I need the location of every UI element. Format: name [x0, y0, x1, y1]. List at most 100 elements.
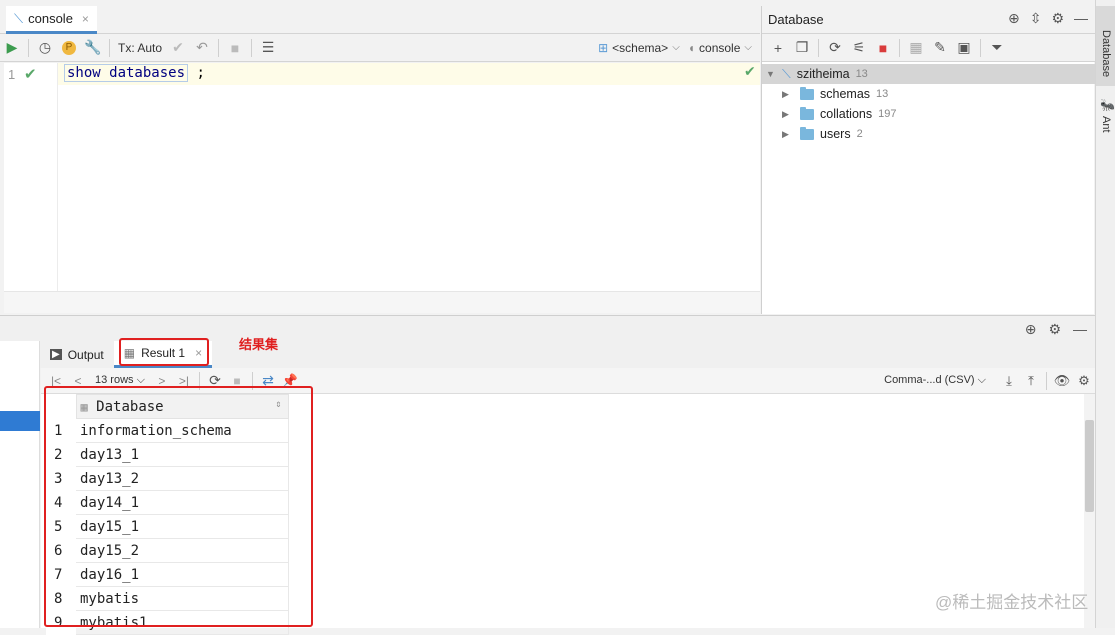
console-tab-icon: ⟍ [14, 10, 24, 26]
toolbar-divider [218, 38, 220, 57]
refresh-icon[interactable]: ⟳ [823, 36, 847, 60]
chevron-right-icon: ▶ [782, 128, 789, 139]
crosshair-icon[interactable]: ⊕ [1008, 10, 1020, 27]
line-number: 1 [8, 67, 16, 82]
tree-item-count: 197 [878, 108, 897, 120]
editor-tab-bar: ⟍ console × [0, 6, 760, 34]
tree-item-schemas[interactable]: ▶ schemas 13 [762, 84, 1095, 104]
schema-selector[interactable]: ⊞ <schema> ⌵ [598, 41, 680, 55]
database-panel-title: Database [768, 12, 824, 27]
tree-item-users[interactable]: ▶ users 2 [762, 124, 1095, 144]
database-toolbar: + ❐ ⟳ ⚟ ■ ▦ ✎ ▣ ⏷ [762, 34, 1095, 62]
chevron-right-icon: ▶ [782, 108, 789, 119]
database-tool-label[interactable]: Database [1100, 30, 1112, 77]
schema-icon: ⊞ [598, 40, 609, 55]
tree-item-szitheima[interactable]: ▼ ⟍ szitheima 13 [762, 64, 1095, 84]
datasource-icon: ⟍ [782, 66, 791, 81]
toolbar-divider [899, 38, 900, 57]
editor-toolbar: ▶ ◷ P 🔧 Tx: Auto ✔ ↶ ■ ☰ ⊞ <schema> ⌵ ◖ … [0, 34, 760, 62]
folder-icon [800, 126, 814, 140]
edit-icon[interactable]: ✎ [928, 36, 952, 60]
minimize-icon[interactable]: — [1073, 321, 1087, 338]
gear-icon[interactable]: ⚙ [1048, 321, 1061, 338]
tree-item-label: schemas [820, 87, 871, 101]
tab-console-label: console [28, 11, 73, 26]
database-panel-header-actions: ⊕ ⇳ ⚙ — [1008, 10, 1088, 27]
database-panel: Database ⊕ ⇳ ⚙ — + ❐ ⟳ ⚟ ■ ▦ ✎ ▣ ⏷ ▼ ⟍ s… [761, 6, 1095, 314]
executed-check-icon: ✔ [24, 66, 37, 83]
chevron-down-icon: ⌵ [744, 42, 752, 53]
services-tree-selected-item[interactable] [0, 411, 40, 431]
tab-console[interactable]: ⟍ console × [6, 6, 97, 34]
stop-icon[interactable]: ■ [871, 36, 895, 60]
sql-editor[interactable]: 1 ✔ show databases ; ✔ [4, 63, 760, 313]
explain-plan-icon[interactable]: P [57, 36, 81, 60]
history-icon[interactable]: ◷ [33, 36, 57, 60]
toolbar-divider [28, 38, 29, 57]
toolbar-divider [1046, 371, 1047, 390]
sql-keyword: show databases [64, 64, 189, 82]
tab-output[interactable]: ▶ Output [40, 341, 114, 368]
crosshair-icon[interactable]: ⊕ [1025, 321, 1037, 338]
editor-gutter: 1 ✔ [4, 63, 58, 291]
collapse-all-icon[interactable]: ⇳ [1030, 10, 1042, 27]
result-tab-highlight [119, 338, 209, 366]
console-selector[interactable]: ◖ console ⌵ [688, 41, 752, 55]
annotation-label: 结果集 [239, 337, 279, 352]
properties-icon[interactable]: ⚟ [847, 36, 871, 60]
gear-icon[interactable]: ⚙ [1051, 10, 1064, 27]
ant-tool-label[interactable]: Ant [1100, 116, 1112, 133]
editor-horizontal-scrollbar[interactable] [4, 291, 760, 313]
toolbar-divider [251, 38, 253, 57]
services-header-actions: ⊕ ⚙ — [1025, 321, 1087, 338]
minimize-icon[interactable]: — [1074, 10, 1088, 27]
commit-icon[interactable]: ✔ [166, 36, 190, 60]
chevron-down-icon: ⌵ [672, 42, 680, 53]
stop-icon[interactable]: ■ [223, 36, 247, 60]
toolbar-divider [109, 38, 110, 57]
tree-item-collations[interactable]: ▶ collations 197 [762, 104, 1095, 124]
tree-item-label: collations [820, 107, 873, 121]
tree-item-count: 13 [855, 68, 868, 80]
tab-output-label: Output [67, 347, 104, 362]
copy-icon[interactable]: ❐ [790, 36, 814, 60]
chevron-down-icon: ▼ [766, 69, 775, 79]
sql-statement[interactable]: show databases ; [64, 64, 205, 82]
upload-icon[interactable]: ⤒ [1020, 373, 1042, 389]
toolbar-divider [980, 38, 981, 57]
console-icon: ◖ [687, 40, 696, 55]
tree-item-label: users [820, 127, 851, 141]
watermark: @稀土掘金技术社区 [935, 593, 1089, 612]
query-console-icon[interactable]: ▣ [952, 36, 976, 60]
schema-selector-label: <schema> [612, 40, 669, 55]
services-tree[interactable] [0, 341, 40, 628]
download-icon[interactable]: ⤓ [998, 373, 1020, 389]
tree-item-label: szitheima [796, 67, 850, 81]
gear-icon[interactable]: ⚙ [1073, 373, 1095, 389]
tree-item-count: 2 [856, 128, 863, 140]
filter-icon[interactable]: ⏷ [985, 36, 1009, 60]
output-table-icon[interactable]: ☰ [256, 36, 280, 60]
export-format-label: Comma-...d (CSV) [884, 374, 975, 386]
export-format-dropdown[interactable]: Comma-...d (CSV) ⌵ [884, 374, 986, 387]
tree-item-count: 13 [876, 88, 889, 100]
ant-icon: 🐜 [1100, 98, 1115, 112]
settings-wrench-icon[interactable]: 🔧 [81, 36, 105, 60]
result-set-highlight [44, 386, 313, 627]
scrollbar-thumb[interactable] [1085, 420, 1094, 512]
right-tool-strip: Database 🐜 Ant [1095, 0, 1115, 628]
rollback-icon[interactable]: ↶ [190, 36, 214, 60]
execute-icon[interactable]: ▶ [0, 36, 24, 60]
output-icon: ▶ [50, 349, 62, 360]
folder-icon [800, 106, 814, 120]
folder-icon [800, 86, 814, 100]
console-selector-label: console [699, 40, 741, 55]
table-icon[interactable]: ▦ [904, 36, 928, 60]
no-problems-check-icon: ✔ [744, 63, 756, 79]
eye-icon[interactable]: 👁 [1051, 373, 1073, 389]
tab-close-icon[interactable]: × [82, 12, 89, 26]
sql-terminator: ; [188, 65, 205, 81]
toolbar-divider [818, 38, 819, 57]
tx-mode-dropdown[interactable]: Tx: Auto [118, 41, 162, 55]
add-icon[interactable]: + [766, 36, 790, 60]
